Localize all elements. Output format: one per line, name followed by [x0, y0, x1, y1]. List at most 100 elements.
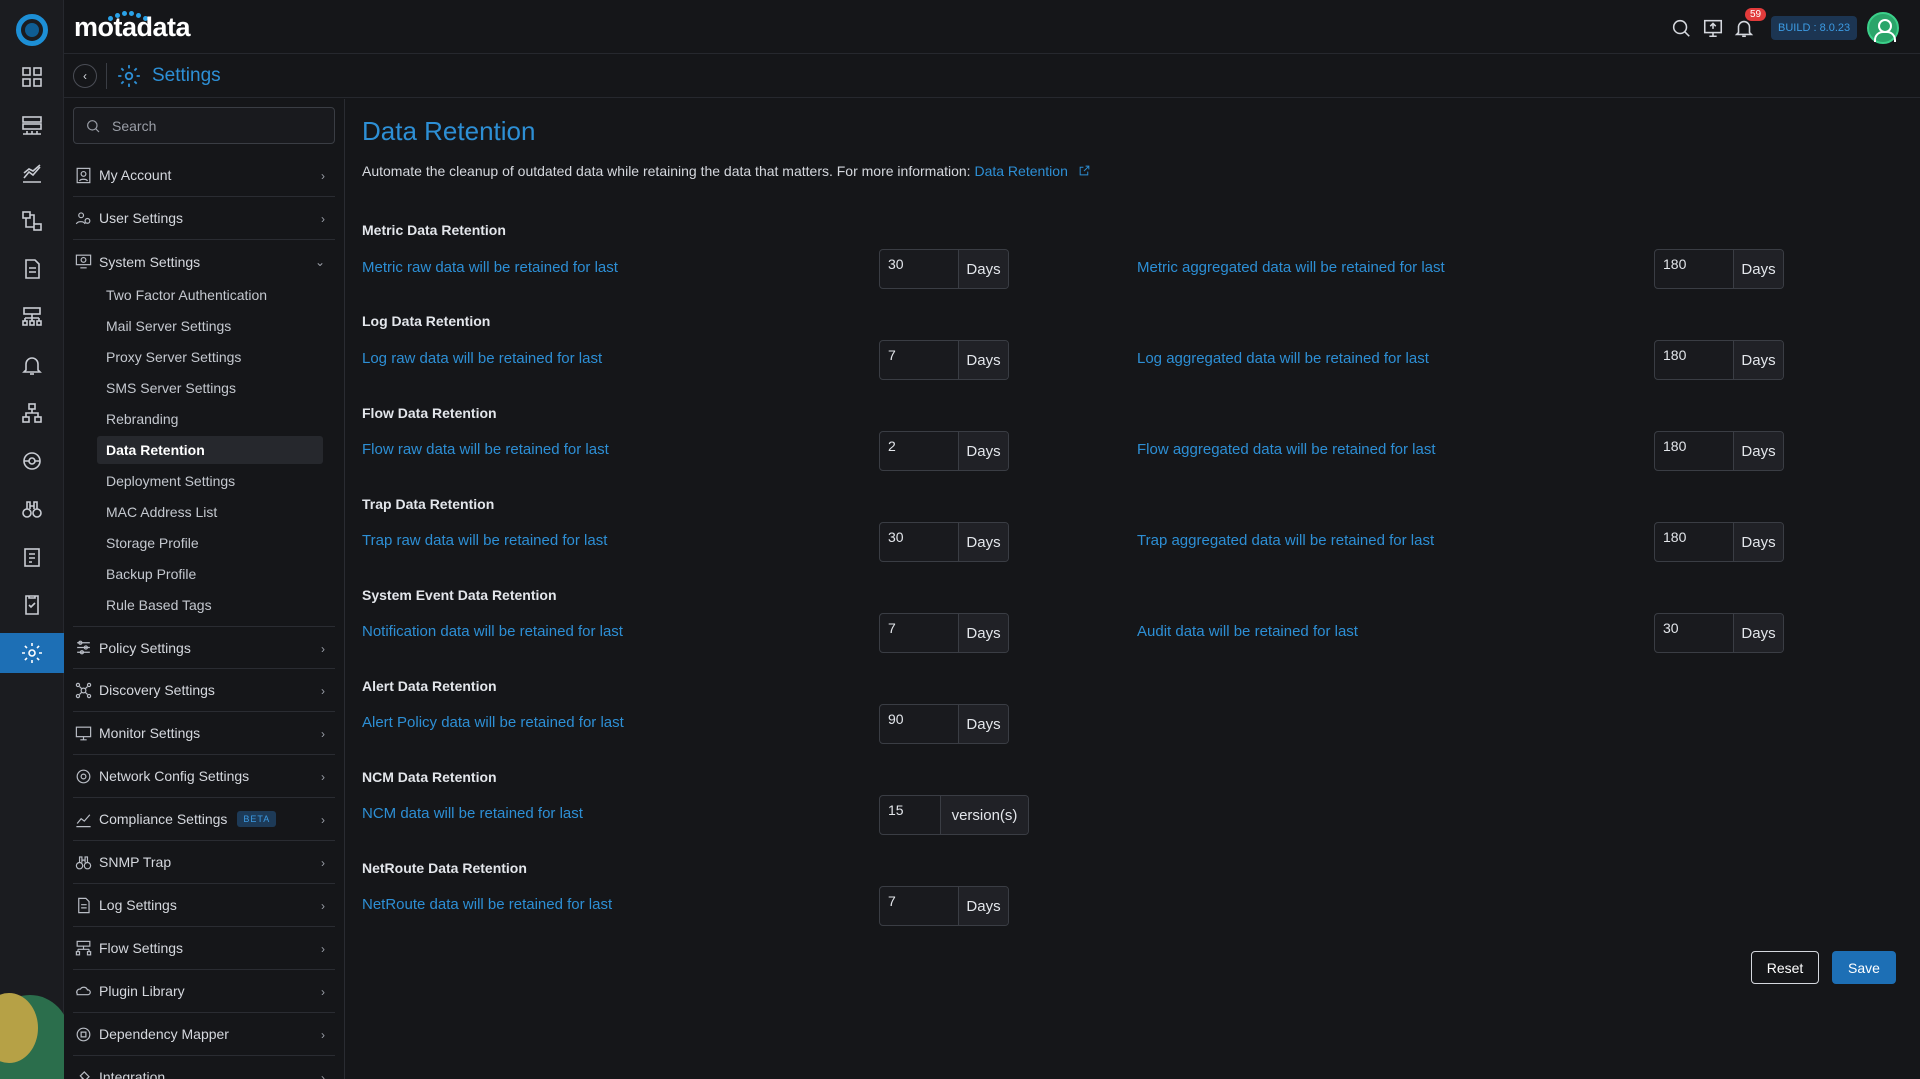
compliance-icon	[73, 809, 93, 829]
reset-button[interactable]: Reset	[1751, 951, 1819, 984]
search-icon[interactable]	[1668, 15, 1694, 41]
log-raw-field[interactable]: Days	[879, 340, 1009, 380]
settings-gear-icon[interactable]	[18, 639, 46, 667]
flow-raw-input[interactable]	[880, 432, 958, 470]
screen-share-icon[interactable]	[1700, 15, 1726, 41]
sidebar-search[interactable]	[73, 107, 335, 144]
data-retention-doc-link[interactable]: Data Retention	[974, 163, 1067, 179]
sidebar-item-policy-settings[interactable]: Policy Settings ›	[73, 626, 335, 669]
report-document-icon[interactable]	[18, 255, 46, 283]
metric-raw-input[interactable]	[880, 250, 958, 288]
sidebar-item-integration[interactable]: Integration ›	[73, 1056, 335, 1079]
notification-input[interactable]	[880, 614, 958, 652]
dependency-icon	[73, 1024, 93, 1044]
log-raw-input[interactable]	[880, 341, 958, 379]
sidebar-item-dependency-mapper[interactable]: Dependency Mapper ›	[73, 1013, 335, 1056]
unit-label: Days	[1733, 614, 1783, 652]
brand-name: motadata	[74, 12, 191, 42]
audit-field[interactable]: Days	[1654, 613, 1784, 653]
sidebar-item-user-settings[interactable]: User Settings ›	[73, 197, 335, 240]
sidebar-item-monitor-settings[interactable]: Monitor Settings ›	[73, 712, 335, 755]
chevron-right-icon: ›	[321, 856, 325, 870]
sidebar-item-label: Network Config Settings	[99, 768, 250, 784]
trap-aggregated-input[interactable]	[1655, 523, 1733, 561]
sidebar-subitem-data-retention[interactable]: Data Retention	[97, 436, 323, 464]
sidebar-item-compliance-settings[interactable]: Compliance Settings BETA ›	[73, 798, 335, 841]
netroute-field[interactable]: Days	[879, 886, 1009, 926]
section-heading-ncm: NCM Data Retention	[362, 769, 497, 785]
sidebar-item-plugin-library[interactable]: Plugin Library ›	[73, 970, 335, 1013]
back-button[interactable]: ‹	[73, 64, 97, 88]
field-label: Log aggregated data will be retained for…	[1137, 350, 1429, 367]
sidebar-item-network-config-settings[interactable]: Network Config Settings ›	[73, 755, 335, 798]
sidebar-item-my-account[interactable]: My Account ›	[73, 154, 335, 197]
sidebar-subitem-deployment-settings[interactable]: Deployment Settings	[97, 467, 323, 495]
metrics-chart-icon[interactable]	[18, 159, 46, 187]
binoculars-icon[interactable]	[18, 495, 46, 523]
chevron-right-icon: ›	[321, 1071, 325, 1079]
alert-bell-icon[interactable]	[18, 351, 46, 379]
metric-raw-field[interactable]: Days	[879, 249, 1009, 289]
flow-aggregated-field[interactable]: Days	[1654, 431, 1784, 471]
topology-icon[interactable]	[18, 207, 46, 235]
netroute-input[interactable]	[880, 887, 958, 925]
dashboard-grid-icon[interactable]	[18, 63, 46, 91]
sidebar-subitem-proxy-server-settings[interactable]: Proxy Server Settings	[97, 343, 323, 371]
sidebar-subitem-backup-profile[interactable]: Backup Profile	[97, 560, 323, 588]
sidebar-subitem-sms-server-settings[interactable]: SMS Server Settings	[97, 374, 323, 402]
sidebar-item-system-settings[interactable]: System Settings ⌄	[73, 240, 335, 283]
user-avatar[interactable]	[1867, 12, 1899, 44]
netroute-icon[interactable]	[18, 447, 46, 475]
unit-label: Days	[958, 432, 1008, 470]
trap-aggregated-field[interactable]: Days	[1654, 522, 1784, 562]
settings-gear-icon	[116, 63, 142, 89]
metric-aggregated-field[interactable]: Days	[1654, 249, 1784, 289]
sidebar-item-flow-settings[interactable]: Flow Settings ›	[73, 927, 335, 970]
sidebar-subitem-two-factor-authentication[interactable]: Two Factor Authentication	[97, 281, 323, 309]
sidebar-item-snmp-trap[interactable]: SNMP Trap ›	[73, 841, 335, 884]
build-version-badge: BUILD : 8.0.23	[1771, 16, 1858, 40]
sidebar-subitem-storage-profile[interactable]: Storage Profile	[97, 529, 323, 557]
field-label: Flow raw data will be retained for last	[362, 441, 609, 458]
flow-network-icon[interactable]	[18, 303, 46, 331]
sidebar-item-label: Discovery Settings	[99, 682, 215, 698]
external-link-icon[interactable]	[1078, 164, 1091, 177]
notification-count-badge: 59	[1745, 8, 1767, 21]
hierarchy-icon[interactable]	[18, 399, 46, 427]
save-button[interactable]: Save	[1832, 951, 1896, 984]
flow-aggregated-input[interactable]	[1655, 432, 1733, 470]
ncm-input[interactable]	[880, 796, 940, 834]
alert-policy-input[interactable]	[880, 705, 958, 743]
audit-input[interactable]	[1655, 614, 1733, 652]
server-list-icon[interactable]	[18, 111, 46, 139]
section-heading-flow: Flow Data Retention	[362, 405, 497, 421]
sidebar-item-log-settings[interactable]: Log Settings ›	[73, 884, 335, 927]
sidebar-item-discovery-settings[interactable]: Discovery Settings ›	[73, 669, 335, 712]
user-icon	[73, 165, 93, 185]
log-aggregated-field[interactable]: Days	[1654, 340, 1784, 380]
sidebar-subitem-mail-server-settings[interactable]: Mail Server Settings	[97, 312, 323, 340]
field-label: Trap aggregated data will be retained fo…	[1137, 532, 1435, 549]
search-icon	[87, 120, 100, 133]
field-label: Audit data will be retained for last	[1137, 623, 1358, 640]
sidebar-search-input[interactable]	[112, 114, 322, 138]
sidebar-item-label: Log Settings	[99, 897, 177, 913]
flow-raw-field[interactable]: Days	[879, 431, 1009, 471]
trap-raw-input[interactable]	[880, 523, 958, 561]
app-logo-icon[interactable]	[16, 14, 48, 46]
section-heading-system-event: System Event Data Retention	[362, 587, 557, 603]
trap-raw-field[interactable]: Days	[879, 522, 1009, 562]
sidebar-item-label: My Account	[99, 167, 172, 183]
ncm-field[interactable]: version(s)	[879, 795, 1029, 835]
audit-clipboard-icon[interactable]	[18, 543, 46, 571]
alert-policy-field[interactable]: Days	[879, 704, 1009, 744]
metric-aggregated-input[interactable]	[1655, 250, 1733, 288]
sidebar-subitem-rule-based-tags[interactable]: Rule Based Tags	[97, 591, 323, 619]
sidebar-item-label: Flow Settings	[99, 940, 184, 956]
rail-settings-active[interactable]	[0, 633, 64, 673]
compliance-check-icon[interactable]	[18, 591, 46, 619]
sidebar-subitem-mac-address-list[interactable]: MAC Address List	[97, 498, 323, 526]
notification-field[interactable]: Days	[879, 613, 1009, 653]
sidebar-subitem-rebranding[interactable]: Rebranding	[97, 405, 323, 433]
log-aggregated-input[interactable]	[1655, 341, 1733, 379]
